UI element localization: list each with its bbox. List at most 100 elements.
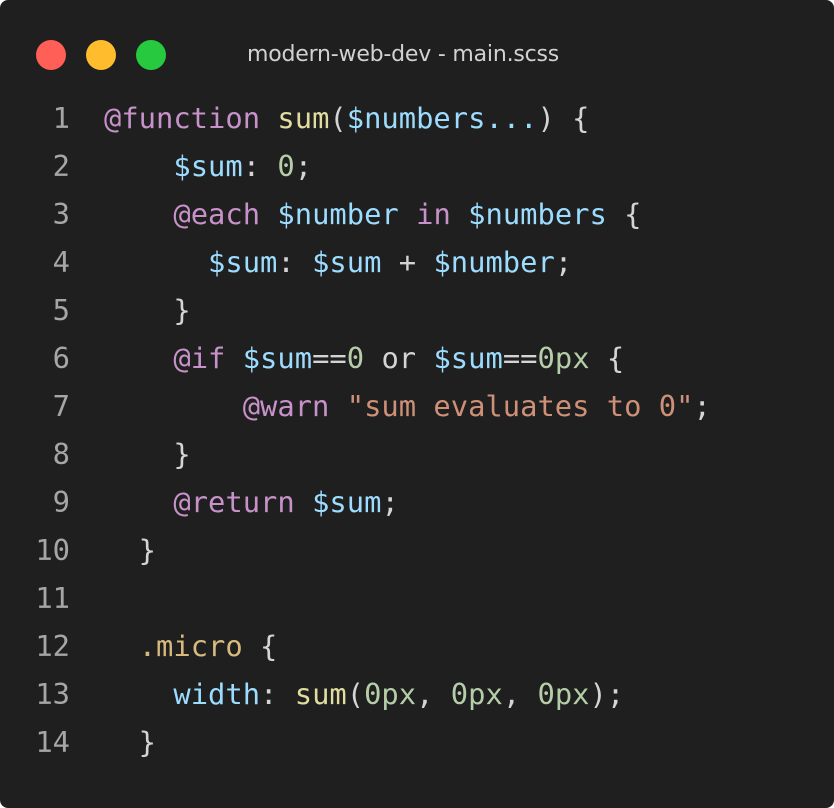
window-titlebar: modern-web-dev - main.scss — [0, 0, 834, 80]
close-button[interactable] — [36, 40, 66, 70]
code-token-variable: $sum — [312, 245, 382, 279]
code-text[interactable]: @warn "sum evaluates to 0"; — [104, 382, 711, 430]
code-line[interactable]: 6 @if $sum==0 or $sum==0px { — [0, 334, 834, 382]
code-token-variable: ... — [485, 101, 538, 135]
code-line[interactable]: 10 } — [0, 526, 834, 574]
code-token-keyword: @function — [104, 101, 261, 135]
code-token-variable: width — [173, 677, 261, 711]
code-text[interactable]: } — [104, 526, 156, 574]
code-token-plain: { — [606, 197, 642, 231]
code-token-plain: : — [260, 677, 295, 711]
line-number: 9 — [52, 485, 70, 519]
code-text[interactable]: .micro { — [104, 622, 278, 670]
code-line[interactable]: 2 $sum: 0; — [0, 142, 834, 190]
code-token-plain: ; — [381, 485, 399, 519]
code-line[interactable]: 8 } — [0, 430, 834, 478]
code-text[interactable]: @if $sum==0 or $sum==0px { — [104, 334, 624, 382]
code-token-keyword: @each — [173, 197, 261, 231]
code-token-plain: } — [104, 725, 157, 759]
code-token-plain: ) { — [537, 101, 590, 135]
code-window: modern-web-dev - main.scss 1 @function su… — [0, 0, 834, 808]
code-token-plain: : — [277, 245, 313, 279]
code-line[interactable]: 3 @each $number in $numbers { — [0, 190, 834, 238]
code-text[interactable]: width: sum(0px, 0px, 0px); — [104, 670, 624, 718]
code-token-string: "sum evaluates to 0" — [346, 389, 694, 423]
code-token-plain: == — [502, 341, 538, 375]
code-token-keyword: @warn — [242, 389, 330, 423]
window-title: modern-web-dev - main.scss — [247, 42, 560, 67]
code-token-number: 0px — [364, 677, 417, 711]
code-token-function: sum — [277, 101, 330, 135]
line-number: 4 — [52, 245, 70, 279]
maximize-button[interactable] — [136, 40, 166, 70]
code-token-plain: ( — [346, 677, 365, 711]
code-token-number: 0px — [537, 677, 590, 711]
code-token-plain: or — [364, 341, 434, 375]
code-token-variable: $sum — [208, 245, 278, 279]
code-token-number: 0px — [537, 341, 590, 375]
code-text[interactable]: } — [104, 718, 156, 766]
code-token-variable: $numbers — [346, 101, 486, 135]
code-token-plain: ; — [693, 389, 711, 423]
code-token-plain: : — [242, 149, 278, 183]
line-number: 2 — [52, 149, 70, 183]
code-token-keyword: in — [416, 197, 451, 231]
code-line[interactable]: 14 } — [0, 718, 834, 766]
code-token-plain: } — [104, 437, 191, 471]
code-token-plain: ); — [589, 677, 625, 711]
code-token-plain: ; — [294, 149, 313, 183]
line-number: 10 — [35, 533, 70, 567]
line-number: 5 — [52, 293, 70, 327]
code-line[interactable]: 9 @return $sum; — [0, 478, 834, 526]
code-text[interactable]: @each $number in $numbers { — [104, 190, 642, 238]
code-line[interactable]: 7 @warn "sum evaluates to 0"; — [0, 382, 834, 430]
code-text[interactable]: @return $sum; — [104, 478, 399, 526]
code-token-plain: } — [104, 293, 191, 327]
code-token-variable: $number — [277, 197, 399, 231]
code-line[interactable]: 13 width: sum(0px, 0px, 0px); — [0, 670, 834, 718]
code-token-plain: { — [589, 341, 625, 375]
minimize-button[interactable] — [86, 40, 116, 70]
code-line[interactable]: 4 $sum: $sum + $number; — [0, 238, 834, 286]
code-text[interactable]: $sum: 0; — [104, 142, 312, 190]
code-token-variable: $number — [433, 245, 555, 279]
code-token-variable: $sum — [173, 149, 243, 183]
code-token-plain: , — [502, 677, 538, 711]
code-token-variable: $numbers — [468, 197, 607, 231]
code-line[interactable]: 1 @function sum($numbers...) { — [0, 94, 834, 142]
code-text[interactable]: $sum: $sum + $number; — [104, 238, 572, 286]
line-number: 7 — [52, 389, 70, 423]
code-line[interactable]: 11 — [0, 574, 834, 622]
code-text[interactable]: @function sum($numbers...) { — [104, 94, 589, 142]
code-line[interactable]: 5 } — [0, 286, 834, 334]
code-token-number: 0 — [346, 341, 365, 375]
code-token-number: 0px — [450, 677, 503, 711]
code-token-plain: ; — [554, 245, 573, 279]
line-number: 12 — [35, 629, 70, 663]
line-number: 13 — [35, 677, 70, 711]
code-text[interactable]: } — [104, 430, 191, 478]
code-token-keyword: @if — [173, 341, 226, 375]
code-token-plain: ( — [329, 101, 347, 135]
code-token-function: sum — [294, 677, 347, 711]
code-token-plain: } — [104, 533, 157, 567]
code-token-number: 0 — [277, 149, 295, 183]
line-number: 3 — [52, 197, 70, 231]
line-number: 11 — [35, 581, 70, 615]
code-token-variable: $sum — [242, 341, 313, 375]
code-token-variable: $sum — [433, 341, 503, 375]
code-line[interactable]: 12 .micro { — [0, 622, 834, 670]
code-text[interactable]: } — [104, 286, 191, 334]
